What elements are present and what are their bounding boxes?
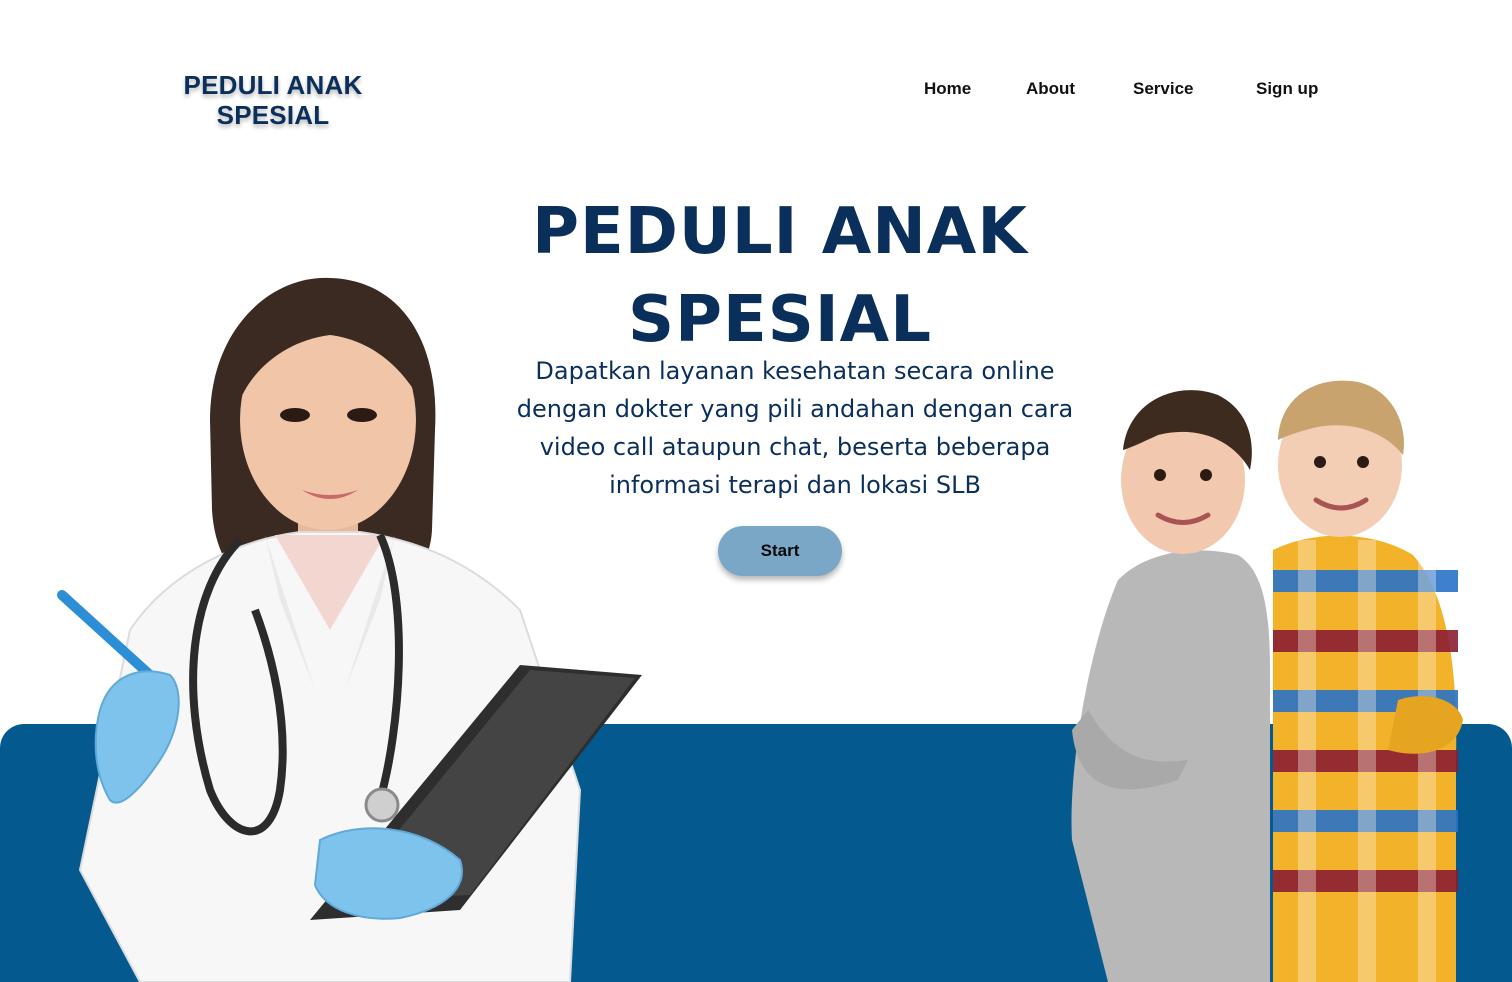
doctor-photo: [57, 277, 642, 982]
landing-page: PEDULI ANAK SPESIAL Home About Service S…: [0, 0, 1512, 982]
doctor-eye-left: [280, 408, 310, 422]
nav-about[interactable]: About: [1026, 78, 1075, 100]
nav-service[interactable]: Service: [1133, 78, 1194, 100]
start-button[interactable]: Start: [718, 526, 842, 576]
nav-home[interactable]: Home: [924, 78, 971, 100]
doctor-eye-right: [347, 408, 377, 422]
nav-signup[interactable]: Sign up: [1256, 78, 1318, 100]
hero-title-line-1: PEDULI ANAK: [532, 195, 1028, 269]
main-nav: Home About Service Sign up: [0, 78, 1512, 102]
kids-photo: [1071, 380, 1463, 982]
logo-line-2: SPESIAL: [216, 100, 330, 130]
